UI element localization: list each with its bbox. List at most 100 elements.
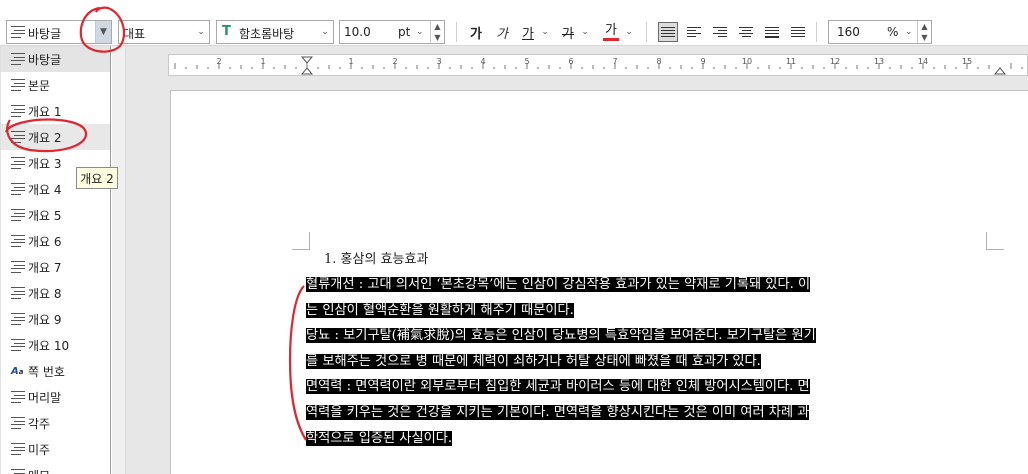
truetype-font-icon: T xyxy=(222,24,231,39)
style-item-label: 쪽 번호 xyxy=(28,364,65,379)
paragraph-style-icon xyxy=(11,183,25,195)
ruler-label: 13 xyxy=(874,57,884,66)
style-item-label: 개요 9 xyxy=(28,312,62,327)
paragraph-style-icon xyxy=(11,209,25,221)
style-item-outline-1[interactable]: 개요 1 xyxy=(1,98,110,124)
align-left-button[interactable] xyxy=(684,22,704,42)
selected-text-line[interactable]: 역력을 키우는 것은 건강을 지키는 기본이다. 면역력을 향상시킨다는 것은 … xyxy=(306,404,810,420)
style-item-outline-6[interactable]: 개요 6 xyxy=(1,228,110,254)
font-size-field[interactable]: 10.0 pt ⌄ ▲ ▼ xyxy=(339,20,445,44)
style-item-memo[interactable]: 메모 xyxy=(1,462,110,474)
paragraph-style-icon xyxy=(11,261,25,273)
selected-text-line[interactable]: 는 인삼이 혈액순환을 원활하게 해주기 때문이다. xyxy=(306,302,574,318)
font-size-spinner[interactable]: ▲ ▼ xyxy=(430,21,444,43)
font-size-value: 10.0 xyxy=(344,25,371,39)
style-sample-combo[interactable]: 대표 ⌄ xyxy=(118,20,210,44)
selected-text-line[interactable]: 를 보해주는 것으로 병 때문에 체력이 쇠하거나 허탈 상태에 빠졌을 때 효… xyxy=(306,353,761,369)
paragraph-style-icon xyxy=(11,287,25,299)
zoom-unit: % xyxy=(887,25,899,39)
distribute-align-button[interactable] xyxy=(762,22,782,42)
ruler-label: 12 xyxy=(830,57,840,66)
style-item-header[interactable]: 머리말 xyxy=(1,384,110,410)
divide-align-button[interactable] xyxy=(788,22,808,42)
text-color-label: 가 xyxy=(605,22,617,38)
zoom-spinner[interactable]: ▲ ▼ xyxy=(917,21,931,43)
style-item-outline-5[interactable]: 개요 5 xyxy=(1,202,110,228)
chevron-down-icon[interactable]: ▼ xyxy=(95,21,111,43)
bold-button[interactable]: 가 xyxy=(468,20,484,44)
paragraph-style-icon xyxy=(11,157,25,169)
ruler-label: 2 xyxy=(216,57,221,66)
align-right-button[interactable] xyxy=(710,22,730,42)
style-item-bonmun[interactable]: 본문 xyxy=(1,72,110,98)
style-item-label: 개요 2 xyxy=(28,130,62,145)
paragraph-style-icon xyxy=(11,469,25,474)
toolbar-separator xyxy=(646,22,647,42)
zoom-field[interactable]: 160 % ⌄ ▲ ▼ xyxy=(828,20,932,44)
strikethrough-button[interactable]: 가 xyxy=(560,20,576,44)
paragraph-style-icon xyxy=(11,79,25,91)
ruler-label: 3 xyxy=(436,57,441,66)
style-combo-value: 바탕글 xyxy=(28,27,62,41)
style-item-outline-10[interactable]: 개요 10 xyxy=(1,332,110,358)
color-bar-icon xyxy=(603,37,619,41)
paragraph-style-icon xyxy=(11,105,25,117)
paragraph-style-icon xyxy=(11,417,25,429)
paragraph-style-icon xyxy=(11,131,25,143)
align-center-button[interactable] xyxy=(736,22,756,42)
chevron-down-icon[interactable]: ⌄ xyxy=(193,21,209,43)
ruler-label: 8 xyxy=(656,57,661,66)
font-combo[interactable]: T 함초롬바탕 ⌄ xyxy=(216,20,334,44)
style-item-label: 개요 8 xyxy=(28,286,62,301)
style-item-outline-7[interactable]: 개요 7 xyxy=(1,254,110,280)
underline-button[interactable]: 가 xyxy=(520,20,536,44)
selected-text-line[interactable]: 학적으로 입증된 사실이다. xyxy=(306,430,453,446)
chevron-down-icon[interactable]: ⌄ xyxy=(416,27,424,37)
style-item-label: 개요 7 xyxy=(28,260,62,275)
page-margin-corner xyxy=(292,232,310,250)
style-item-label: 개요 5 xyxy=(28,208,62,223)
ruler-label: 6 xyxy=(568,57,573,66)
chevron-down-icon[interactable]: ⌄ xyxy=(624,20,634,44)
toolbar-separator xyxy=(456,22,457,42)
right-indent-marker-icon xyxy=(993,67,1007,75)
style-item-outline-2[interactable]: 개요 2 xyxy=(1,124,110,150)
style-sample-value: 대표 xyxy=(123,27,146,41)
style-item-endnote[interactable]: 미주 xyxy=(1,436,110,462)
ruler-label: 9 xyxy=(700,57,705,66)
horizontal-ruler[interactable]: 2 1 1 2 3 4 5 6 7 8 9 10 11 12 13 14 15 xyxy=(168,54,1028,76)
style-item-label: 바탕글 xyxy=(28,52,62,67)
ruler-label: 2 xyxy=(392,57,397,66)
style-item-outline-9[interactable]: 개요 9 xyxy=(1,306,110,332)
document-body[interactable]: 혈류개선 : 고대 의서인 ‘본초강목’에는 인삼이 강심작용 효과가 있는 약… xyxy=(306,272,990,451)
ruler-label: 1 xyxy=(348,57,353,66)
style-tooltip: 개요 2 xyxy=(76,167,118,189)
style-item-outline-8[interactable]: 개요 8 xyxy=(1,280,110,306)
chevron-down-icon[interactable]: ⌄ xyxy=(317,21,333,43)
chevron-down-icon[interactable]: ⌄ xyxy=(580,20,590,44)
paragraph-style-icon xyxy=(11,26,25,38)
selected-text-line[interactable]: 혈류개선 : 고대 의서인 ‘본초강목’에는 인삼이 강심작용 효과가 있는 약… xyxy=(306,277,811,292)
toolbar-separator xyxy=(816,22,817,42)
justify-align-button[interactable] xyxy=(658,22,678,42)
selected-text-line[interactable]: 당뇨 : 보기구탈(補氣求脫)의 효능은 인삼이 당뇨병의 특효약임을 보여준다… xyxy=(306,328,816,344)
style-combo[interactable]: 바탕글 ▼ xyxy=(6,20,112,44)
formatting-toolbar: 바탕글 ▼ 대표 ⌄ T 함초롬바탕 ⌄ 10.0 pt ⌄ ▲ ▼ 가 가 가 … xyxy=(0,0,1028,46)
chevron-down-icon[interactable]: ⌄ xyxy=(540,20,550,44)
ruler-label: 7 xyxy=(612,57,617,66)
document-heading[interactable]: 1. 홍삼의 효능효과 xyxy=(324,248,428,267)
character-style-icon: Aa xyxy=(11,365,24,377)
style-item-batanggeul[interactable]: 바탕글 xyxy=(1,46,110,72)
style-item-label: 메모 xyxy=(28,467,50,474)
chevron-down-icon[interactable]: ⌄ xyxy=(905,27,913,37)
style-item-label: 미주 xyxy=(28,442,51,457)
style-item-label: 본문 xyxy=(28,78,51,93)
style-item-label: 머리말 xyxy=(28,390,62,405)
selected-text-line[interactable]: 면역력 : 면역력이란 외부로부터 침입한 세균과 바이러스 등에 대한 인체 … xyxy=(306,379,810,395)
style-item-page-number[interactable]: Aa 쪽 번호 xyxy=(1,358,110,384)
text-color-button[interactable]: 가 xyxy=(602,20,620,44)
italic-button[interactable]: 가 xyxy=(494,20,510,44)
zoom-value: 160 xyxy=(837,25,860,39)
paragraph-style-icon xyxy=(11,313,25,325)
style-item-footnote[interactable]: 각주 xyxy=(1,410,110,436)
